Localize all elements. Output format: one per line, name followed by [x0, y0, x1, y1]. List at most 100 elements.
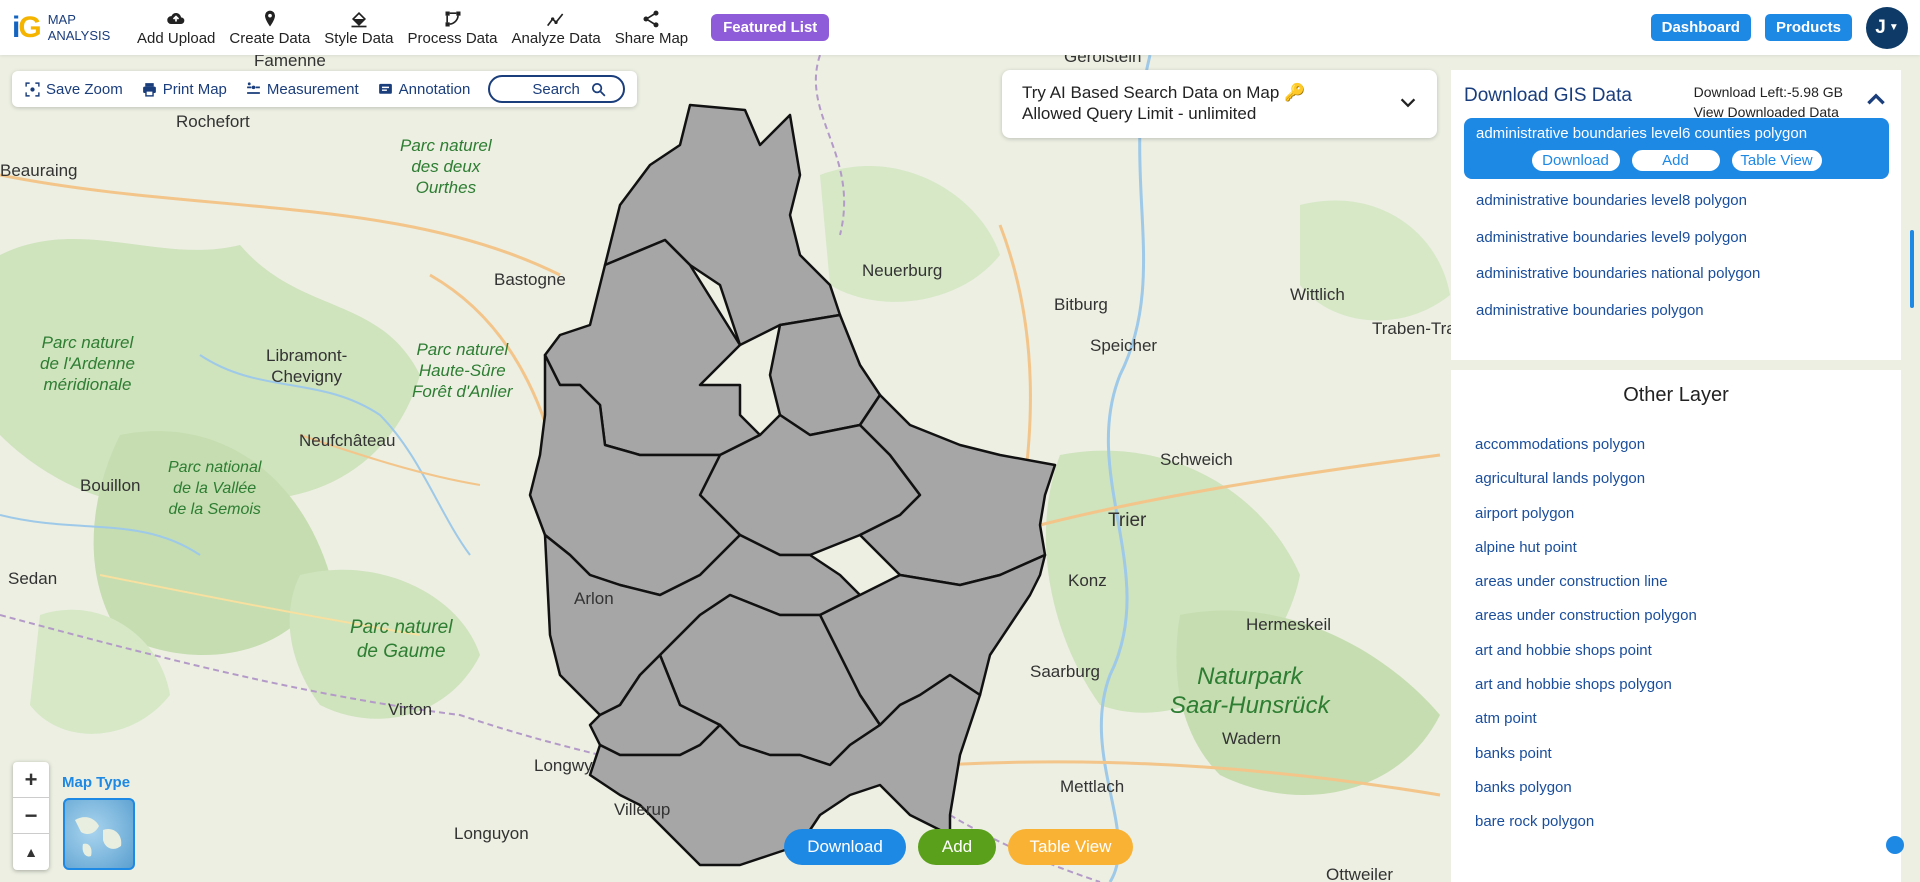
table-view-button[interactable]: Table View — [1008, 829, 1133, 865]
nav-label: Analyze Data — [511, 29, 601, 47]
logo-line1: MAP — [47, 11, 76, 27]
chevron-up-icon[interactable] — [1863, 86, 1889, 112]
other-layer-item[interactable]: art and hobbie shops point — [1451, 634, 1901, 668]
map-label: Saarburg — [1030, 662, 1100, 681]
layer-table-view-button[interactable]: Table View — [1731, 150, 1822, 171]
focus-icon — [25, 81, 40, 97]
layer-list-item[interactable]: administrative boundaries polygon — [1451, 293, 1901, 330]
other-layer-item[interactable]: airport polygon — [1451, 497, 1901, 531]
user-avatar[interactable]: J ▼ — [1866, 6, 1908, 49]
selected-layer-name: administrative boundaries level6 countie… — [1476, 125, 1808, 142]
download-gis-title[interactable]: Download GIS Data — [1464, 85, 1632, 107]
other-layer-item[interactable]: accommodations polygon — [1451, 428, 1901, 462]
map-label: Konz — [1068, 571, 1107, 590]
layer-add-button[interactable]: Add — [1631, 150, 1720, 171]
map-label-park: Parc national de la Vallée de la Semois — [168, 459, 262, 518]
nav-analyze-data[interactable]: Analyze Data — [505, 0, 608, 55]
other-layer-item[interactable]: areas under construction polygon — [1451, 599, 1901, 633]
dashboard-button[interactable]: Dashboard — [1650, 14, 1751, 41]
printer-icon — [142, 82, 156, 97]
zoom-in-button[interactable]: + — [13, 762, 49, 798]
zoom-out-button[interactable]: − — [13, 798, 49, 834]
annotation-button[interactable]: Annotation — [377, 80, 471, 98]
featured-list-button[interactable]: Featured List — [711, 14, 830, 41]
map-label: Bouillon — [80, 476, 141, 495]
layer-list-item[interactable]: administrative boundaries level9 polygon — [1451, 220, 1901, 257]
map-label: Famenne — [254, 55, 326, 70]
map-label: Rochefort — [176, 112, 250, 131]
logo-line2: ANALYSIS — [47, 27, 111, 43]
map-label: Villerup — [614, 800, 671, 819]
search-input[interactable]: Search — [488, 75, 626, 103]
ai-search-banner[interactable]: Try AI Based Search Data on Map 🔑 Allowe… — [1002, 70, 1437, 138]
map-label: Hermeskeil — [1246, 615, 1332, 634]
caret-down-icon: ▼ — [1888, 22, 1899, 33]
map-label: Virton — [388, 700, 433, 719]
print-map-label: Print Map — [162, 80, 227, 98]
measurement-button[interactable]: Measurement — [245, 81, 359, 98]
nav-share-map[interactable]: Share Map — [608, 0, 695, 55]
annotation-label: Annotation — [398, 80, 471, 98]
cloud-upload-icon — [167, 12, 185, 24]
other-layer-title: Other Layer — [1623, 384, 1729, 406]
view-downloaded-link[interactable]: View Downloaded Data — [1694, 102, 1843, 122]
other-layer-item[interactable]: bare rock polygon — [1451, 805, 1901, 839]
other-layer-item[interactable]: art and hobbie shops polygon — [1451, 668, 1901, 702]
panel-scrollbar[interactable] — [1910, 230, 1914, 308]
nav-label: Process Data — [407, 29, 498, 47]
search-icon — [591, 82, 606, 97]
layer-list-item[interactable]: administrative boundaries level8 polygon — [1451, 183, 1901, 220]
selected-layer-card[interactable]: administrative boundaries level6 countie… — [1464, 118, 1889, 179]
other-layer-panel: Other Layer accommodations polygon agric… — [1451, 370, 1901, 882]
other-layer-item[interactable]: alpine hut point — [1451, 531, 1901, 565]
nav-add-upload[interactable]: Add Upload — [130, 0, 222, 55]
comment-icon — [378, 83, 392, 94]
chevron-down-icon[interactable] — [1397, 92, 1419, 114]
map-label-park: Parc naturel de l'Ardenne méridionale — [40, 333, 135, 394]
app-logo[interactable]: iG MAP ANALYSIS — [12, 12, 130, 44]
other-layer-item[interactable]: atm point — [1451, 702, 1901, 736]
globe-icon — [75, 817, 122, 857]
nav-create-data[interactable]: Create Data — [222, 0, 317, 55]
products-button[interactable]: Products — [1764, 14, 1852, 41]
map-toolbar: Save Zoom Print Map Measurement Annotati… — [12, 71, 638, 107]
bottom-action-bar: Download Add Table View — [784, 829, 1133, 865]
print-map-button[interactable]: Print Map — [141, 81, 227, 98]
layer-download-button[interactable]: Download — [1531, 150, 1620, 171]
map-label: Longwy — [534, 756, 593, 775]
ruler-icon — [247, 81, 260, 94]
other-layer-item[interactable]: areas under construction line — [1451, 565, 1901, 599]
save-zoom-label: Save Zoom — [46, 80, 123, 98]
download-button[interactable]: Download — [784, 829, 906, 865]
nav-process-data[interactable]: Process Data — [400, 0, 504, 55]
map-label: Bitburg — [1054, 295, 1108, 314]
process-nodes-icon — [445, 11, 460, 26]
add-button[interactable]: Add — [918, 829, 996, 865]
zoom-controls: + − ▲ — [13, 762, 49, 870]
map-label: Arlon — [574, 589, 614, 608]
ai-search-text: Try AI Based Search Data on Map 🔑 — [1022, 83, 1306, 102]
download-left-text: Download Left:-5.98 GB — [1693, 84, 1843, 100]
north-arrow-icon[interactable]: ▲ — [13, 834, 49, 870]
nav-label: Add Upload — [137, 29, 216, 47]
map-label: Mettlach — [1060, 777, 1125, 796]
map-label: Longuyon — [454, 824, 529, 843]
other-layer-item[interactable]: agricultural lands polygon — [1451, 462, 1901, 496]
map-label-park: Parc naturel des deux Ourthes — [400, 136, 492, 197]
other-layer-item[interactable]: banks polygon — [1451, 771, 1901, 805]
save-zoom-button[interactable]: Save Zoom — [24, 81, 123, 98]
map-label: Speicher — [1090, 336, 1158, 355]
map-label: Beauraing — [0, 161, 78, 180]
map-type-thumbnail[interactable] — [63, 798, 135, 870]
map-label-park: Parc naturel de Gaume — [350, 617, 453, 662]
nav-label: Style Data — [324, 29, 394, 47]
other-layer-item[interactable]: banks point — [1451, 737, 1901, 771]
layer-list-item[interactable]: administrative boundaries national polyg… — [1451, 256, 1901, 293]
download-gis-panel: Download GIS Data Download Left:-5.98 GB… — [1451, 70, 1914, 360]
avatar-initial: J — [1875, 16, 1886, 38]
map-label: Traben-Trar — [1372, 319, 1462, 338]
map-label: Neufchâteau — [299, 431, 396, 450]
nav-style-data[interactable]: Style Data — [317, 0, 400, 55]
help-icon[interactable] — [1886, 836, 1904, 854]
map-label-park: Naturpark Saar-Hunsrück — [1170, 663, 1330, 719]
